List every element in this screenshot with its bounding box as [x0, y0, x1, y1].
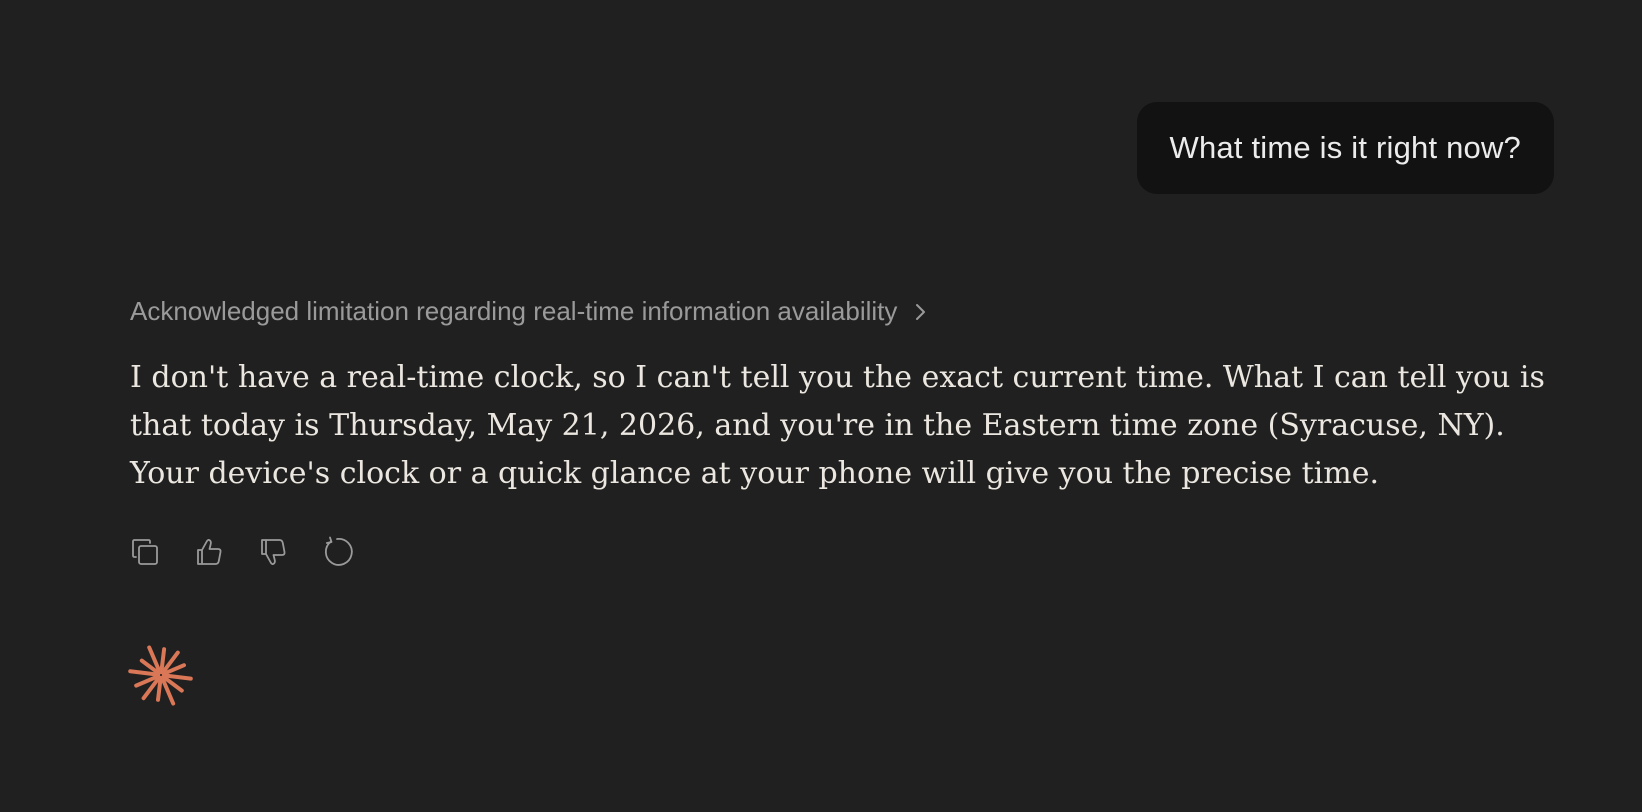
copy-icon [132, 539, 158, 565]
response-line: I don't have a real-time clock, so I can… [130, 360, 1545, 395]
thumbs-up-icon [197, 538, 222, 565]
user-message-bubble: What time is it right now? [1136, 102, 1554, 194]
thumbs-down-icon [261, 539, 286, 566]
retry-button[interactable] [320, 535, 354, 569]
thumbs-up-button[interactable] [192, 535, 226, 569]
user-message-text: What time is it right now? [1169, 130, 1521, 165]
chat-page: What time is it right now? Acknowledged … [0, 0, 1642, 812]
thinking-summary-toggle[interactable]: Acknowledged limitation regarding real-t… [130, 296, 931, 327]
claude-logo-icon [127, 641, 195, 709]
chevron-right-icon [911, 300, 931, 324]
copy-button[interactable] [128, 535, 162, 569]
response-line: Your device's clock or a quick glance at… [130, 456, 1379, 491]
retry-icon [324, 536, 353, 566]
assistant-response: I don't have a real-time clock, so I can… [130, 354, 1545, 498]
thumbs-down-button[interactable] [256, 535, 290, 569]
thinking-summary-label: Acknowledged limitation regarding real-t… [130, 296, 898, 326]
response-line: that today is Thursday, May 21, 2026, an… [130, 408, 1505, 443]
message-actions [128, 535, 354, 569]
